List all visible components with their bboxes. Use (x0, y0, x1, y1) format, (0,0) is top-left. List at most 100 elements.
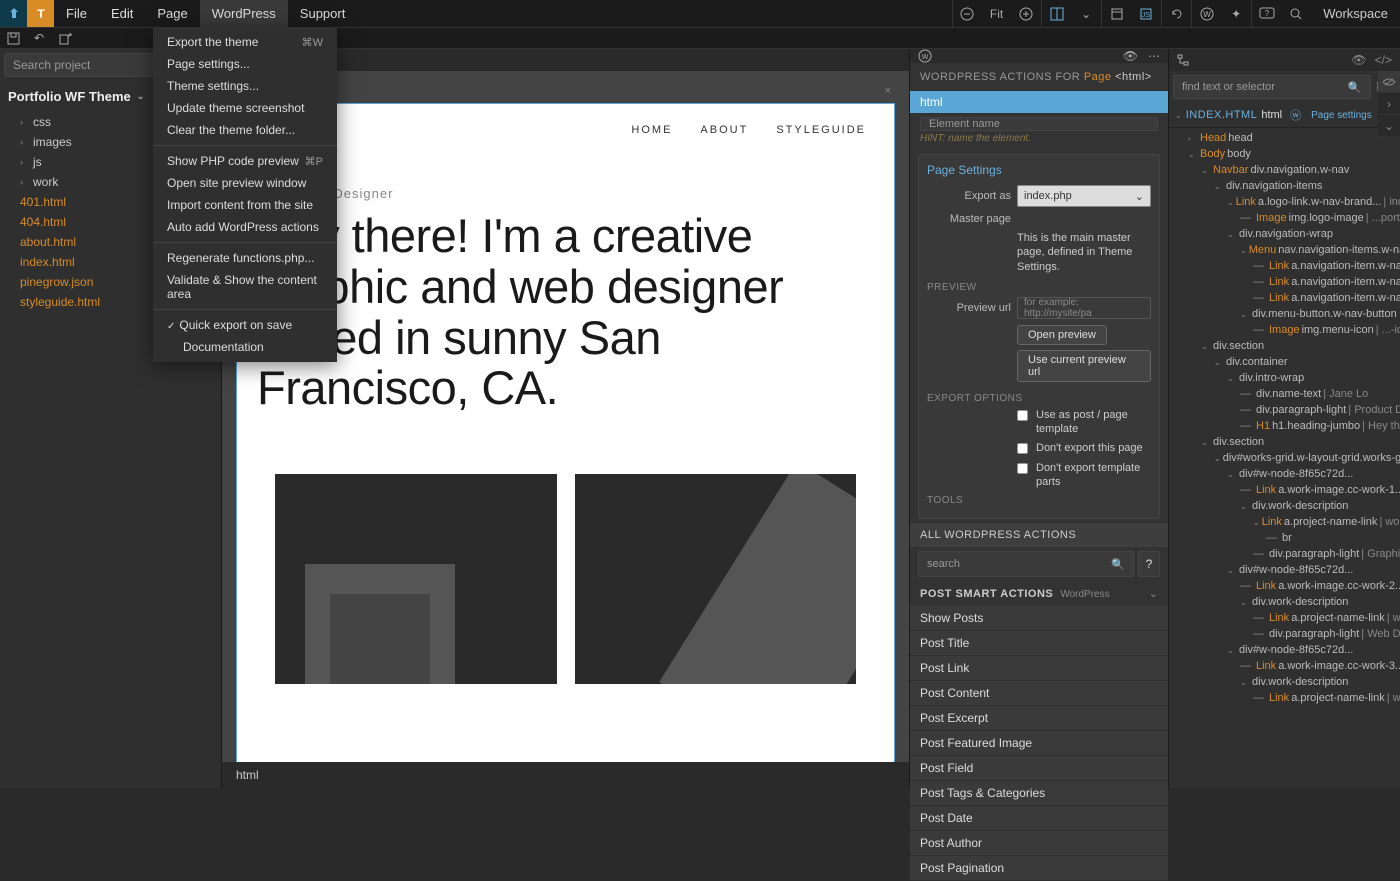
search-icon[interactable] (1281, 0, 1311, 27)
dd-quick-export[interactable]: ✓Quick export on save (153, 314, 337, 336)
dom-tree-row[interactable]: —br (1169, 530, 1400, 546)
chevron-down-icon[interactable]: ⌄ (1149, 587, 1158, 600)
export-as-select[interactable]: index.php⌄ (1017, 185, 1151, 207)
work-tile-2[interactable] (575, 474, 857, 684)
wp-action-item[interactable]: Post Featured Image (910, 731, 1168, 756)
help-icon[interactable]: ? (1251, 0, 1281, 27)
dom-tree-row[interactable]: ⌄div.container (1169, 354, 1400, 370)
dom-tree-row[interactable]: ⌄Body body (1169, 146, 1400, 162)
side-tab-hidden[interactable] (1378, 71, 1400, 93)
wp-action-item[interactable]: Post Tags & Categories (910, 781, 1168, 806)
dom-tree-row[interactable]: —Link a.work-image.cc-work-2... | v (1169, 578, 1400, 594)
menu-file[interactable]: File (54, 0, 99, 27)
dd-auto-add[interactable]: Auto add WordPress actions (153, 216, 337, 238)
nav-styleguide[interactable]: STYLEGUIDE (776, 124, 866, 136)
breadcrumb[interactable]: html (222, 762, 909, 788)
dom-tree-row[interactable]: ⌄div#w-node-8f65c72d... (1169, 642, 1400, 658)
dom-tree-row[interactable]: ⌄div#w-node-8f65c72d... (1169, 466, 1400, 482)
visual-helper-icon[interactable] (1101, 0, 1131, 27)
chk-dont-export-page[interactable] (1017, 443, 1028, 454)
dom-tree-row[interactable]: —H1 h1.heading-jumbo | Hey there (1169, 418, 1400, 434)
export-icon[interactable] (52, 27, 78, 49)
wp-search-input[interactable]: search🔍 (918, 551, 1134, 577)
dom-tree-row[interactable]: ›Head head (1169, 130, 1400, 146)
dom-tree-row[interactable]: —Link a.work-image.cc-work-3... | v (1169, 658, 1400, 674)
dom-tree-row[interactable]: ⌄Navbar div.navigation.w-nav (1169, 162, 1400, 178)
dd-validate[interactable]: Validate & Show the content area (153, 269, 337, 305)
use-current-button[interactable]: Use current preview url (1017, 350, 1151, 382)
chk-post-template[interactable] (1017, 410, 1028, 421)
dom-tree-row[interactable]: —Link a.project-name-link | wor (1169, 610, 1400, 626)
wp-action-item[interactable]: Post Author (910, 831, 1168, 856)
nav-about[interactable]: ABOUT (700, 124, 748, 136)
dom-tree-row[interactable]: ⌄div#w-node-8f65c72d... (1169, 562, 1400, 578)
refresh-icon[interactable] (1161, 0, 1191, 27)
wp-action-item[interactable]: Post Link (910, 656, 1168, 681)
wp-action-item[interactable]: Post Excerpt (910, 706, 1168, 731)
dd-update-screenshot[interactable]: Update theme screenshot (153, 97, 337, 119)
pinegrow-icon[interactable] (0, 0, 27, 27)
dom-tree-row[interactable]: —Image img.logo-image | ...portfoli (1169, 210, 1400, 226)
menu-page[interactable]: Page (145, 0, 199, 27)
dom-tree-row[interactable]: ⌄Menu nav.navigation-items.w-nav (1169, 242, 1400, 258)
js-icon[interactable]: JS (1131, 0, 1161, 27)
dom-tree-row[interactable]: ⌄div.work-description (1169, 498, 1400, 514)
preview-url-input[interactable]: for example: http://mysite/pa (1017, 297, 1151, 319)
dom-tree-row[interactable]: —div.paragraph-light | Graphic D (1169, 546, 1400, 562)
dom-tree-row[interactable]: —Image img.menu-icon | ...-icon (1169, 322, 1400, 338)
layout-icon[interactable] (1041, 0, 1071, 27)
dom-tree-row[interactable]: ⌄div.intro-wrap (1169, 370, 1400, 386)
chk-dont-export-parts[interactable] (1017, 463, 1028, 474)
dd-open-preview[interactable]: Open site preview window (153, 172, 337, 194)
dd-page-settings[interactable]: Page settings... (153, 53, 337, 75)
dom-tree-row[interactable]: —Link a.navigation-item.w-nav-li (1169, 258, 1400, 274)
eye-icon[interactable]: 👁 (1351, 53, 1366, 67)
canvas-close-icon[interactable]: × (885, 85, 891, 97)
undo-icon[interactable]: ↶ (26, 27, 52, 49)
zoom-in-icon[interactable] (1011, 0, 1041, 27)
side-tab-next[interactable]: › (1378, 93, 1400, 115)
dom-search-input[interactable]: find text or selector🔍 (1173, 75, 1371, 99)
wp-action-item[interactable]: Show Posts (910, 606, 1168, 631)
zoom-out-icon[interactable] (952, 0, 982, 27)
dom-tree-row[interactable]: ⌄Link a.project-name-link | wor (1169, 514, 1400, 530)
dom-tree-row[interactable]: —Link a.navigation-item.w-nav-li (1169, 274, 1400, 290)
open-preview-button[interactable]: Open preview (1017, 325, 1107, 345)
dom-tree-row[interactable]: —div.paragraph-light | Product Des (1169, 402, 1400, 418)
dom-tree-row[interactable]: ⌄div.section (1169, 338, 1400, 354)
element-name-input[interactable]: Element name (920, 117, 1158, 131)
dom-tree-row[interactable]: ⌄div.work-description (1169, 594, 1400, 610)
menu-support[interactable]: Support (288, 0, 358, 27)
dom-tree-row[interactable]: ⌄div.navigation-wrap (1169, 226, 1400, 242)
nav-home[interactable]: HOME (631, 124, 672, 136)
dd-clear-folder[interactable]: Clear the theme folder... (153, 119, 337, 141)
dom-tree-row[interactable]: ⌄div.navigation-items (1169, 178, 1400, 194)
dom-tree-row[interactable]: ⌄div#works-grid.w-layout-grid.works-gri (1169, 450, 1400, 466)
dom-tree-row[interactable]: —Link a.work-image.cc-work-1... | v (1169, 482, 1400, 498)
save-icon[interactable] (0, 27, 26, 49)
wp-action-item[interactable]: Post Date (910, 806, 1168, 831)
dom-tree-row[interactable]: —Link a.navigation-item.w-nav-li (1169, 290, 1400, 306)
wp-action-item[interactable]: Post Content (910, 681, 1168, 706)
dom-tree-row[interactable]: —div.paragraph-light | Web Desi (1169, 626, 1400, 642)
help-icon[interactable]: ? (1138, 551, 1160, 577)
wp-action-item[interactable]: Post Field (910, 756, 1168, 781)
sparkle-icon[interactable]: ✦ (1221, 0, 1251, 27)
chevron-down-icon[interactable]: ⌄ (1071, 0, 1101, 27)
wp-action-item[interactable]: Post Title (910, 631, 1168, 656)
dd-export-theme[interactable]: Export the theme⌘W (153, 31, 337, 53)
dom-tree-row[interactable]: —Link a.project-name-link | wor (1169, 690, 1400, 706)
more-icon[interactable]: ⋯ (1148, 49, 1160, 63)
dd-show-php[interactable]: Show PHP code preview⌘P (153, 150, 337, 172)
wordpress-icon[interactable]: W (1191, 0, 1221, 27)
workspace-label[interactable]: Workspace (1311, 6, 1400, 21)
dom-tree-row[interactable]: ⌄div.menu-button.w-nav-button (1169, 306, 1400, 322)
side-tab-down[interactable]: ⌄ (1378, 115, 1400, 137)
wp-action-item[interactable]: Post Pagination (910, 856, 1168, 881)
menu-wordpress[interactable]: WordPress (200, 0, 288, 27)
zoom-fit[interactable]: Fit (982, 7, 1011, 21)
dd-documentation[interactable]: Documentation (153, 336, 337, 358)
menu-edit[interactable]: Edit (99, 0, 145, 27)
dom-tree-row[interactable]: ⌄div.section (1169, 434, 1400, 450)
dom-tree-row[interactable]: ⌄Link a.logo-link.w-nav-brand... | inde (1169, 194, 1400, 210)
